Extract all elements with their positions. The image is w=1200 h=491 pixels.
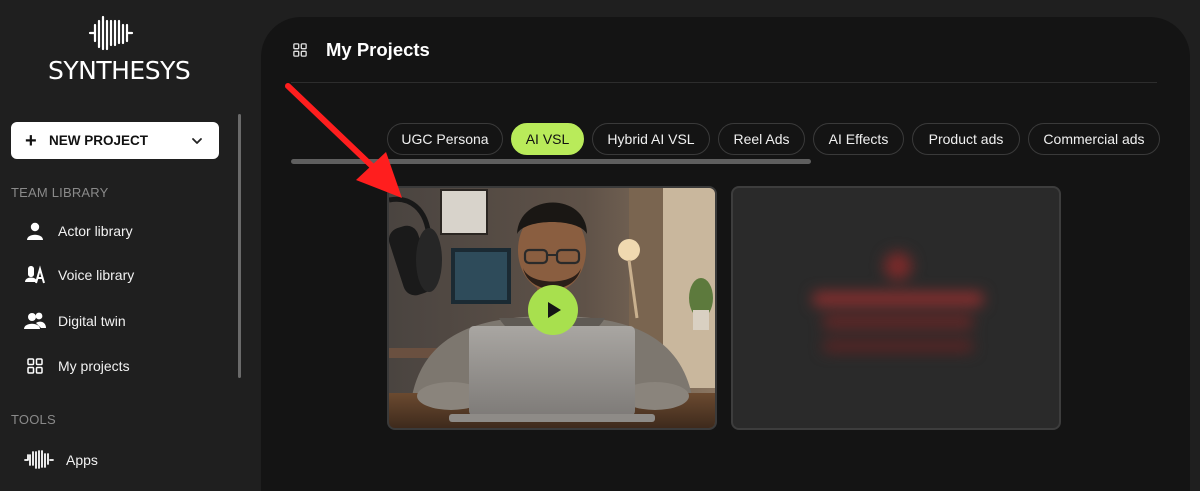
tab-reel-ads[interactable]: Reel Ads: [718, 123, 805, 155]
page-title: My Projects: [326, 39, 430, 60]
sidebar-item-label: Digital twin: [58, 313, 126, 329]
sidebar-item-label: Apps: [66, 452, 98, 468]
sidebar-item-label: Voice library: [58, 267, 135, 283]
tab-commercial-ads[interactable]: Commercial ads: [1028, 123, 1160, 155]
sidebar-item-my-projects[interactable]: My projects: [24, 351, 130, 381]
brand-name: SYNTHESYS: [48, 56, 191, 85]
tab-ai-vsl[interactable]: AI VSL: [511, 123, 584, 155]
tab-ai-effects[interactable]: AI Effects: [813, 123, 904, 155]
section-title-tools: TOOLS: [11, 412, 56, 427]
tab-ugc-persona[interactable]: UGC Persona: [387, 123, 503, 155]
tab-product-ads[interactable]: Product ads: [912, 123, 1020, 155]
voice-icon: [24, 264, 46, 286]
chevron-down-icon[interactable]: [191, 135, 203, 147]
sidebar-scrollbar[interactable]: [238, 114, 241, 378]
main-panel: My Projects UGC Persona AI VSL Hybrid AI…: [261, 17, 1190, 491]
blurred-preview-image: [813, 252, 983, 352]
grid-icon: [24, 355, 46, 377]
tab-hybrid-ai-vsl[interactable]: Hybrid AI VSL: [592, 123, 710, 155]
waveform-logo-icon: [88, 15, 134, 51]
sidebar-item-voice-library[interactable]: Voice library: [24, 260, 134, 290]
play-button[interactable]: [528, 285, 578, 335]
plus-icon: +: [25, 129, 37, 152]
header-divider: [291, 82, 1157, 83]
sidebar-item-label: My projects: [58, 358, 130, 374]
sidebar-item-label: Actor library: [58, 223, 133, 239]
sidebar: SYNTHESYS + NEW PROJECT TEAM LIBRARY Act…: [0, 0, 250, 491]
sidebar-item-actor-library[interactable]: Actor library: [24, 216, 133, 246]
section-title-team-library: TEAM LIBRARY: [11, 185, 109, 200]
sidebar-item-apps[interactable]: Apps: [24, 445, 98, 475]
project-card-video[interactable]: [387, 186, 717, 430]
person-icon: [24, 220, 46, 242]
new-project-label: NEW PROJECT: [49, 133, 149, 148]
tabs-scrollbar[interactable]: [291, 159, 811, 164]
new-project-button[interactable]: + NEW PROJECT: [11, 122, 219, 159]
brand-logo[interactable]: SYNTHESYS: [48, 14, 191, 86]
people-icon: [24, 310, 46, 332]
project-card-blurred[interactable]: [731, 186, 1061, 430]
grid-icon: [293, 43, 307, 57]
sidebar-item-digital-twin[interactable]: Digital twin: [24, 306, 126, 336]
play-icon: [548, 302, 561, 318]
waveform-icon: [24, 449, 54, 471]
